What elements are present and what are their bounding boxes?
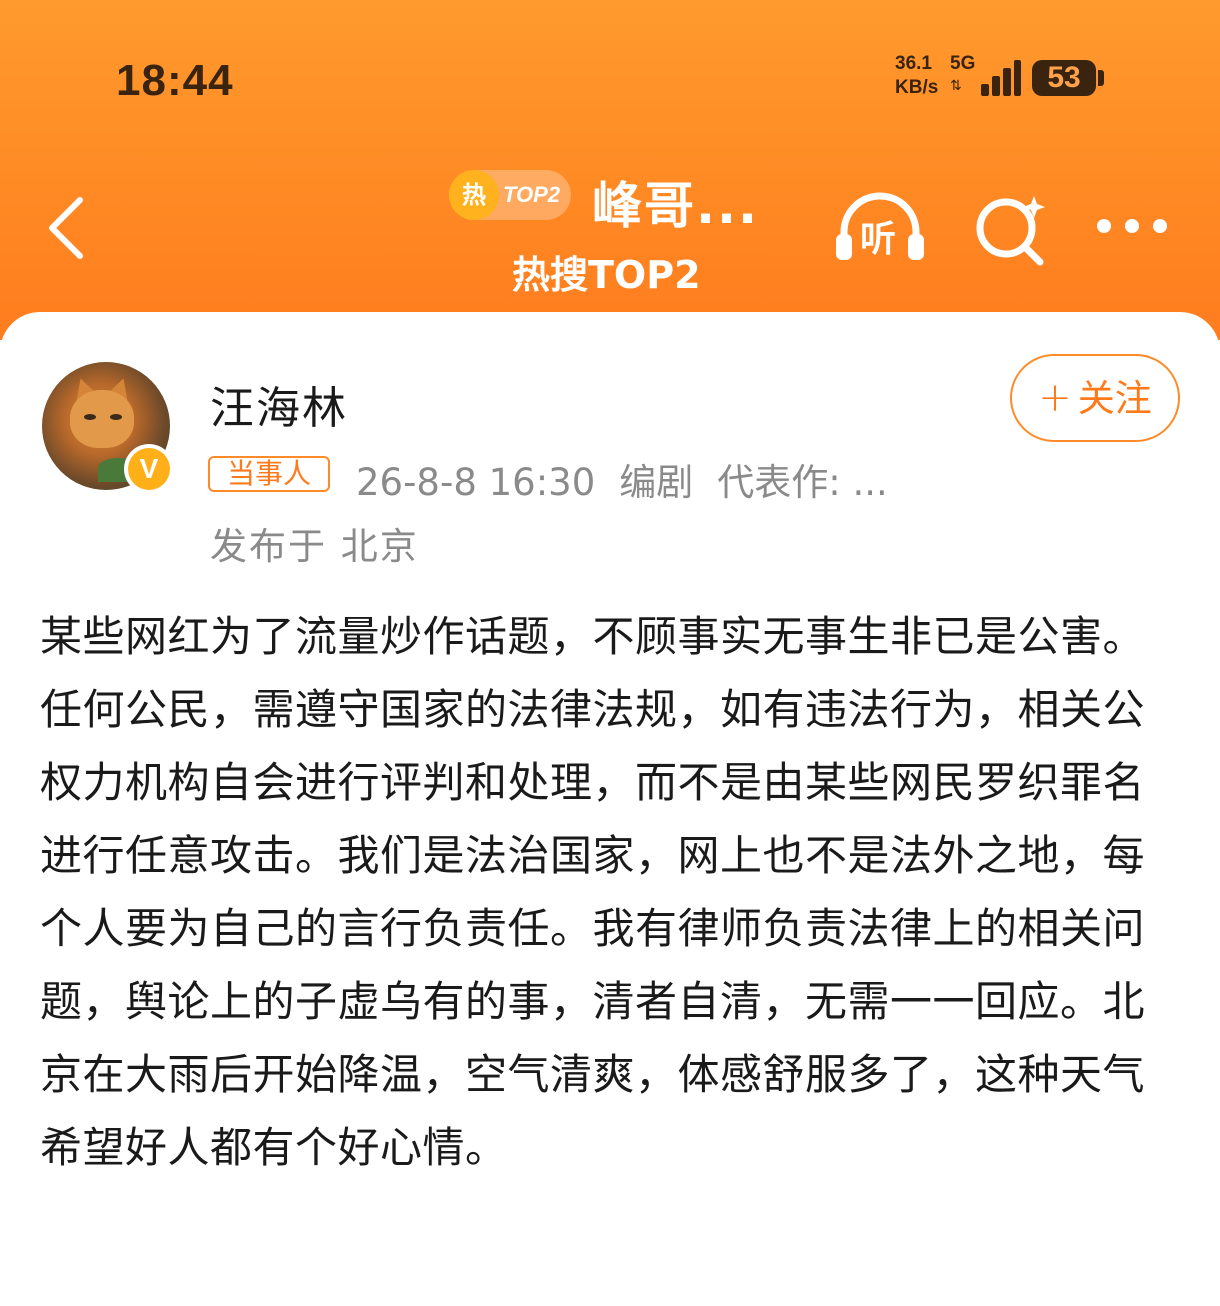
post-content: 某些网红为了流量炒作话题，不顾事实无事生非已是公害。任何公民，需遵守国家的法律法…: [40, 612, 1146, 1172]
cat-face: [70, 390, 134, 448]
plus-icon: +: [1038, 375, 1072, 421]
signal-icon: [981, 60, 1021, 96]
status-time: 18:44: [116, 56, 234, 105]
post-time: 26-8-8 16:30: [356, 461, 596, 504]
hot-search-badge: 热 TOP2: [449, 170, 571, 220]
author-works: 代表作: ...: [717, 461, 888, 504]
network-speed: 36.1 KB/s: [895, 52, 938, 100]
topic-title[interactable]: 峰哥...: [592, 166, 759, 238]
follow-button[interactable]: + 关注: [1010, 354, 1180, 442]
listen-label: 听: [860, 219, 897, 260]
cat-eye: [84, 414, 96, 420]
back-arrow-icon[interactable]: [44, 196, 88, 260]
author-profession: 编剧: [619, 461, 694, 504]
battery-icon: 53: [1032, 60, 1096, 96]
data-arrows-icon: ⇅: [950, 78, 962, 94]
cat-eye: [110, 414, 122, 420]
author-name[interactable]: 汪海林: [210, 372, 348, 436]
listen-button[interactable]: 听: [834, 188, 926, 264]
post-meta: 26-8-8 16:30 编剧 代表作: ...: [356, 452, 888, 506]
verified-v-icon: V: [128, 448, 170, 490]
follow-label: 关注: [1077, 377, 1152, 420]
search-icon[interactable]: [974, 192, 1050, 266]
more-options-icon[interactable]: [1096, 216, 1168, 236]
post-location: 发布于 北京: [210, 525, 419, 568]
hot-flame-icon: 热: [449, 170, 499, 220]
network-speed-value: 36.1: [895, 53, 932, 74]
battery-tip: [1098, 70, 1104, 86]
hot-rank-label: TOP2: [503, 182, 561, 207]
topic-subtitle: 热搜TOP2: [512, 253, 701, 297]
network-speed-unit: KB/s: [895, 77, 939, 98]
verified-badge-icon: V: [124, 444, 174, 494]
role-badge: 当事人: [208, 456, 330, 492]
